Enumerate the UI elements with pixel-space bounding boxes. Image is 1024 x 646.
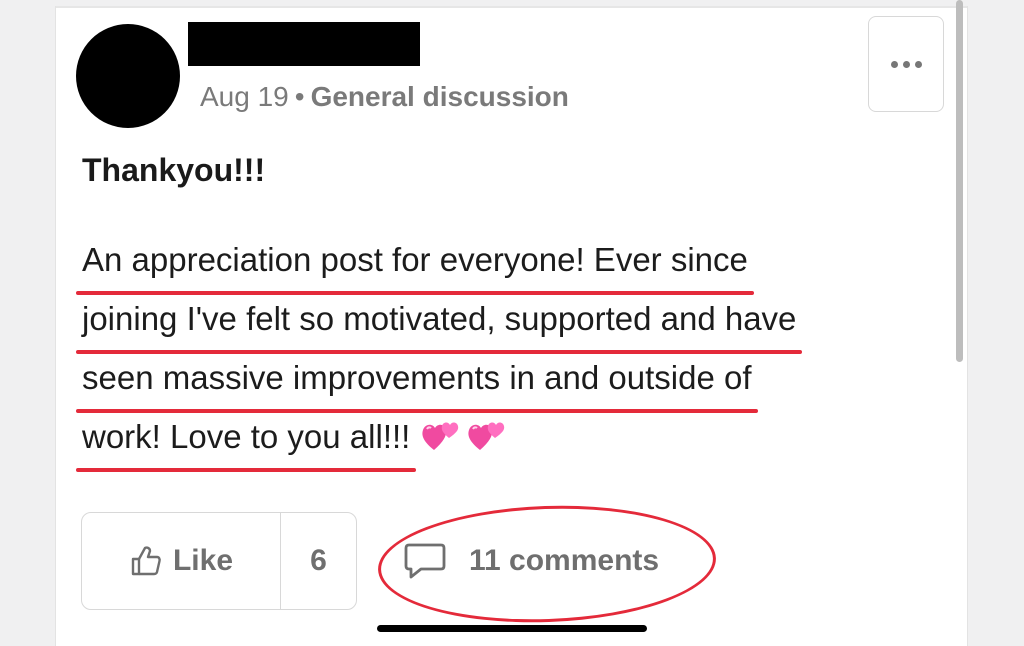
two-hearts-emoji-icon — [422, 422, 459, 450]
post-card: Aug 19 • General discussion Thankyou!!! An… — [55, 6, 968, 646]
post-body-line: work! Love to you all!!! — [75, 407, 952, 472]
emoji-group — [420, 418, 508, 454]
underlined-text: seen massive improvements in and outside… — [76, 348, 758, 413]
post-body-line: joining I've felt so motivated, supporte… — [75, 289, 952, 354]
underlined-text: joining I've felt so motivated, supporte… — [75, 289, 803, 354]
like-count[interactable]: 6 — [281, 513, 356, 609]
more-options-button[interactable] — [868, 16, 944, 112]
like-button[interactable]: Like — [82, 513, 281, 609]
reaction-bar: Like 6 — [81, 512, 357, 610]
post-body-line: An appreciation post for everyone! Ever … — [76, 230, 952, 295]
more-horizontal-icon — [890, 60, 922, 68]
scrollbar[interactable] — [956, 0, 963, 362]
comments-button[interactable]: 11 comments — [403, 537, 659, 585]
avatar[interactable] — [76, 24, 180, 128]
post-body-line: seen massive improvements in and outside… — [76, 348, 952, 413]
speech-bubble-icon — [404, 543, 446, 579]
two-hearts-emoji-icon — [468, 422, 505, 450]
like-label: Like — [172, 544, 234, 577]
post-meta: Aug 19 • General discussion — [200, 80, 569, 114]
thumbs-up-icon — [131, 546, 161, 576]
comments-label: 11 comments — [469, 544, 660, 577]
post-category-link[interactable]: General discussion — [311, 81, 569, 112]
redacted-author-name — [188, 22, 420, 66]
post-body: An appreciation post for everyone! Ever … — [75, 230, 952, 472]
meta-separator: • — [294, 81, 305, 112]
post-date: Aug 19 — [200, 81, 289, 112]
home-indicator — [377, 625, 647, 632]
underlined-text: work! Love to you all!!! — [75, 407, 417, 472]
post-title: Thankyou!!! — [82, 152, 266, 188]
underlined-text: An appreciation post for everyone! Ever … — [76, 230, 754, 295]
divider — [56, 6, 967, 8]
